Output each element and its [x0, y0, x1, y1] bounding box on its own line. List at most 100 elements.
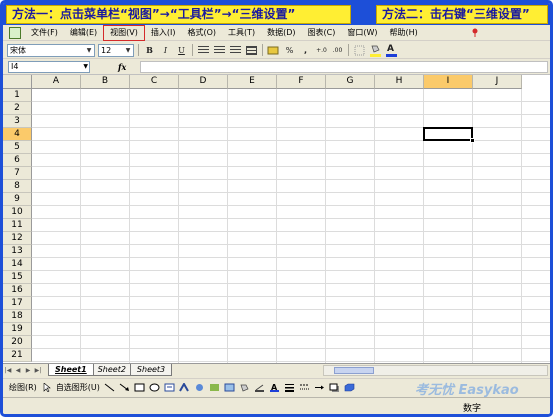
decrease-decimal-button[interactable]: .00 [331, 44, 344, 57]
workbook-icon[interactable] [9, 26, 21, 39]
arrow-style-icon[interactable] [314, 383, 325, 392]
merge-center-icon[interactable] [245, 44, 258, 57]
fill-handle[interactable] [470, 138, 475, 143]
align-center-icon[interactable] [213, 44, 226, 57]
wordart-icon[interactable] [179, 383, 190, 392]
menu-data[interactable]: 数据(D) [261, 26, 301, 40]
horizontal-scrollbar[interactable] [323, 365, 548, 376]
row-header[interactable]: 7 [3, 167, 32, 180]
column-header[interactable]: G [326, 75, 375, 89]
align-right-icon[interactable] [229, 44, 242, 57]
chevron-down-icon[interactable]: ▼ [83, 62, 88, 72]
oval-icon[interactable] [149, 383, 160, 392]
font-color-icon[interactable]: A [385, 44, 398, 57]
font-size-select[interactable]: 12 ▼ [98, 43, 134, 57]
row-header[interactable]: 13 [3, 245, 32, 258]
row-header[interactable]: 14 [3, 258, 32, 271]
menu-insert[interactable]: 插入(I) [145, 26, 182, 40]
row-header[interactable]: 15 [3, 271, 32, 284]
underline-button[interactable]: U [175, 44, 188, 57]
formula-input[interactable] [140, 61, 548, 73]
scroll-thumb[interactable] [334, 367, 374, 374]
row-header[interactable]: 1 [3, 89, 32, 102]
last-sheet-icon[interactable]: ▶| [33, 366, 43, 376]
menu-help[interactable]: 帮助(H) [384, 26, 424, 40]
percent-button[interactable]: % [283, 44, 296, 57]
align-left-icon[interactable] [197, 44, 210, 57]
column-header[interactable]: H [375, 75, 424, 89]
column-header[interactable]: C [130, 75, 179, 89]
name-box[interactable]: I4 ▼ [8, 61, 90, 73]
column-header[interactable]: J [473, 75, 522, 89]
column-header[interactable]: F [277, 75, 326, 89]
chevron-down-icon[interactable]: ▼ [124, 46, 132, 55]
row-header[interactable]: 5 [3, 141, 32, 154]
increase-decimal-button[interactable]: +.0 [315, 44, 328, 57]
row-header[interactable]: 12 [3, 232, 32, 245]
menu-format[interactable]: 格式(O) [181, 26, 222, 40]
fill-color-icon[interactable] [239, 383, 250, 392]
shadow-style-icon[interactable] [329, 383, 340, 392]
row-header[interactable]: 2 [3, 102, 32, 115]
column-header[interactable]: E [228, 75, 277, 89]
first-sheet-icon[interactable]: |◀ [3, 366, 13, 376]
comma-button[interactable]: , [299, 44, 312, 57]
draw-menu-button[interactable]: 绘图(R) [9, 382, 37, 393]
column-header[interactable]: I [424, 75, 473, 89]
3d-style-icon[interactable] [344, 383, 355, 392]
dash-style-icon[interactable] [299, 383, 310, 392]
sheet-tab[interactable]: Sheet2 [90, 363, 133, 376]
row-header[interactable]: 11 [3, 219, 32, 232]
row-header[interactable]: 17 [3, 297, 32, 310]
clip-art-icon[interactable] [209, 383, 220, 392]
line-style-icon[interactable] [284, 383, 295, 392]
diagram-icon[interactable] [194, 383, 205, 392]
column-header[interactable]: B [81, 75, 130, 89]
arrow-icon[interactable] [119, 383, 130, 392]
row-header[interactable]: 21 [3, 349, 32, 362]
borders-icon[interactable] [353, 44, 366, 57]
row-header[interactable]: 16 [3, 284, 32, 297]
row-header[interactable]: 10 [3, 206, 32, 219]
menu-chart[interactable]: 图表(C) [302, 26, 342, 40]
menu-view[interactable]: 视图(V) [103, 24, 145, 41]
line-color-icon[interactable] [254, 383, 265, 392]
row-header[interactable]: 4 [3, 128, 32, 141]
column-header[interactable]: D [179, 75, 228, 89]
insert-function-icon[interactable]: fx [118, 62, 132, 72]
text-box-icon[interactable] [164, 383, 175, 392]
row-header[interactable]: 19 [3, 323, 32, 336]
font-name-select[interactable]: 宋体 ▼ [7, 43, 95, 57]
grid-line [32, 309, 550, 310]
row-header[interactable]: 6 [3, 154, 32, 167]
sheet-tab[interactable]: Sheet1 [48, 363, 94, 376]
row-header[interactable]: 9 [3, 193, 32, 206]
row-header[interactable]: 3 [3, 115, 32, 128]
italic-button[interactable]: I [159, 44, 172, 57]
select-all-corner[interactable] [3, 75, 32, 89]
chevron-down-icon[interactable]: ▼ [85, 46, 93, 55]
select-objects-icon[interactable] [41, 383, 52, 392]
row-header[interactable]: 20 [3, 336, 32, 349]
bold-button[interactable]: B [143, 44, 156, 57]
picture-icon[interactable] [224, 383, 235, 392]
menu-bar: 文件(F) 编辑(E) 视图(V) 插入(I) 格式(O) 工具(T) 数据(D… [3, 24, 550, 41]
active-cell[interactable] [423, 127, 475, 143]
sheet-tab[interactable]: Sheet3 [129, 363, 173, 376]
fill-color-icon[interactable] [369, 44, 382, 57]
currency-icon[interactable] [267, 44, 280, 57]
line-icon[interactable] [104, 383, 115, 392]
worksheet-grid[interactable]: A B C D E F G H I J 1 2 3 4 5 6 7 8 9 10 11 12 13 14 15 16 17 18 19 2… [3, 75, 550, 363]
autoshapes-button[interactable]: 自选图形(U) [56, 382, 100, 393]
menu-tools[interactable]: 工具(T) [222, 26, 261, 40]
font-color-icon[interactable]: A [269, 383, 280, 392]
column-header[interactable]: A [32, 75, 81, 89]
menu-file[interactable]: 文件(F) [25, 26, 64, 40]
row-header[interactable]: 18 [3, 310, 32, 323]
prev-sheet-icon[interactable]: ◀ [13, 366, 23, 376]
rectangle-icon[interactable] [134, 383, 145, 392]
next-sheet-icon[interactable]: ▶ [23, 366, 33, 376]
menu-window[interactable]: 窗口(W) [341, 26, 383, 40]
menu-edit[interactable]: 编辑(E) [64, 26, 103, 40]
row-header[interactable]: 8 [3, 180, 32, 193]
